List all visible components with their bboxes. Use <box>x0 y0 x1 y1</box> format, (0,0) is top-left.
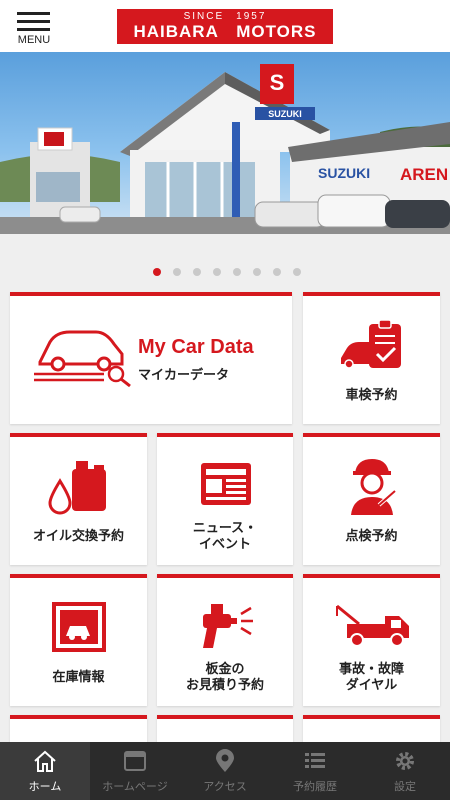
nav-settings-label: 設定 <box>394 780 416 793</box>
tile-accident-dial[interactable]: 事故・故障 ダイヤル <box>303 574 440 706</box>
car-search-icon <box>34 330 131 388</box>
oil-can-icon <box>48 461 106 515</box>
nav-access[interactable]: アクセス <box>180 742 270 800</box>
hero-slider-image[interactable]: S SUZUKI SUZUKI AREN <box>0 52 450 234</box>
accident-dial-label: 事故・故障 ダイヤル <box>338 662 404 693</box>
slider-dot[interactable] <box>233 268 241 276</box>
bottom-navigation: ホーム ホームページ アクセス 予約履歴 設定 <box>0 742 450 800</box>
slider-dot[interactable] <box>293 268 301 276</box>
inventory-label: 在庫情報 <box>52 670 105 685</box>
bodywork-estimate-label: 板金の お見積り予約 <box>185 662 264 693</box>
tile-checkup-reservation[interactable]: 点検予約 <box>303 433 440 565</box>
tile-my-car-data[interactable]: My Car Data マイカーデータ <box>10 292 292 424</box>
news-events-label: ニュース・ イベント <box>192 521 258 552</box>
tile-inventory[interactable]: 在庫情報 <box>10 574 147 706</box>
dealership-photo: S SUZUKI SUZUKI AREN <box>0 64 450 234</box>
tile-bodywork-estimate[interactable]: 板金の お見積り予約 <box>157 574 293 706</box>
nav-home[interactable]: ホーム <box>0 742 90 800</box>
nav-history-label: 予約履歴 <box>293 780 337 793</box>
svg-text:S: S <box>270 70 285 95</box>
car-clipboard-icon <box>341 319 401 369</box>
list-icon <box>305 753 325 768</box>
svg-text:AREN: AREN <box>400 165 448 184</box>
nav-access-label: アクセス <box>203 780 247 793</box>
mechanic-icon <box>351 459 397 515</box>
nav-homepage-label: ホームページ <box>102 780 168 793</box>
my-car-data-subtitle: マイカーデータ <box>138 368 230 383</box>
tile-oil-change[interactable]: オイル交換予約 <box>10 433 147 565</box>
newspaper-icon <box>201 463 251 505</box>
menu-label: MENU <box>17 34 51 46</box>
map-pin-icon <box>216 749 234 772</box>
logo-name: HAIBARA MOTORS <box>133 22 317 41</box>
svg-text:SUZUKI: SUZUKI <box>268 109 302 119</box>
nav-home-label: ホーム <box>28 780 62 793</box>
slider-dot[interactable] <box>273 268 281 276</box>
svg-text:SUZUKI: SUZUKI <box>318 165 370 181</box>
checkup-label: 点検予約 <box>345 529 398 544</box>
menu-button[interactable]: MENU <box>14 10 54 48</box>
tile-news-events[interactable]: ニュース・ イベント <box>157 433 293 565</box>
home-icon <box>34 750 56 772</box>
inspection-reservation-label: 車検予約 <box>345 388 398 403</box>
slider-dot[interactable] <box>173 268 181 276</box>
logo-since: SINCE 1957 <box>183 11 267 22</box>
browser-window-icon <box>124 751 146 771</box>
slider-dot[interactable] <box>213 268 221 276</box>
slider-dot[interactable] <box>153 268 161 276</box>
nav-settings[interactable]: 設定 <box>360 742 450 800</box>
nav-reservation-history[interactable]: 予約履歴 <box>270 742 360 800</box>
brand-logo: SINCE 1957 HAIBARA MOTORS <box>117 9 333 44</box>
oil-change-label: オイル交換予約 <box>32 529 124 544</box>
slider-dot[interactable] <box>193 268 201 276</box>
app-header: MENU SINCE 1957 HAIBARA MOTORS <box>0 0 450 52</box>
tile-inspection-reservation[interactable]: 車検予約 <box>303 292 440 424</box>
showroom-car-icon <box>52 602 106 652</box>
slider-pagination <box>0 268 450 278</box>
nav-homepage[interactable]: ホームページ <box>90 742 180 800</box>
slider-dot[interactable] <box>253 268 261 276</box>
gear-icon <box>396 752 414 770</box>
tow-truck-icon <box>336 604 409 647</box>
my-car-data-title: My Car Data <box>138 336 254 358</box>
spray-gun-icon <box>203 604 253 648</box>
hamburger-icon <box>17 12 50 15</box>
